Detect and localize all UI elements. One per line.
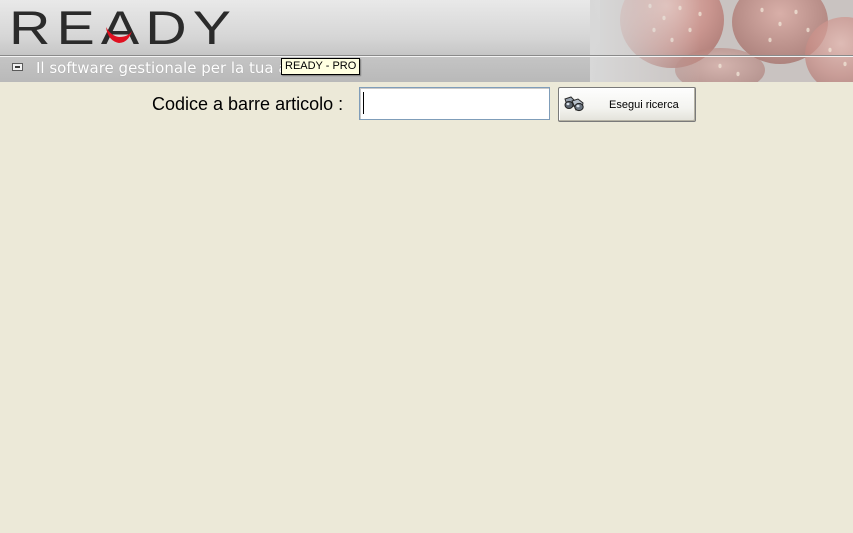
barcode-input[interactable] [359,87,550,120]
logo-swoosh-icon [106,27,132,43]
tooltip: READY - PRO [281,58,361,75]
binoculars-icon [564,96,584,112]
tagline: Il software gestionale per la tua a [36,59,288,77]
banner-divider-highlight [0,56,853,57]
search-button-label: Esegui ricerca [609,99,679,111]
bullet-icon [12,63,23,71]
header-banner: READY Il software gestionale per la tua … [0,0,853,82]
barcode-label: Codice a barre articolo : [152,94,344,114]
app-window: READY Il software gestionale per la tua … [0,0,853,533]
search-button[interactable]: Esegui ricerca [558,87,696,122]
text-caret [363,92,364,114]
